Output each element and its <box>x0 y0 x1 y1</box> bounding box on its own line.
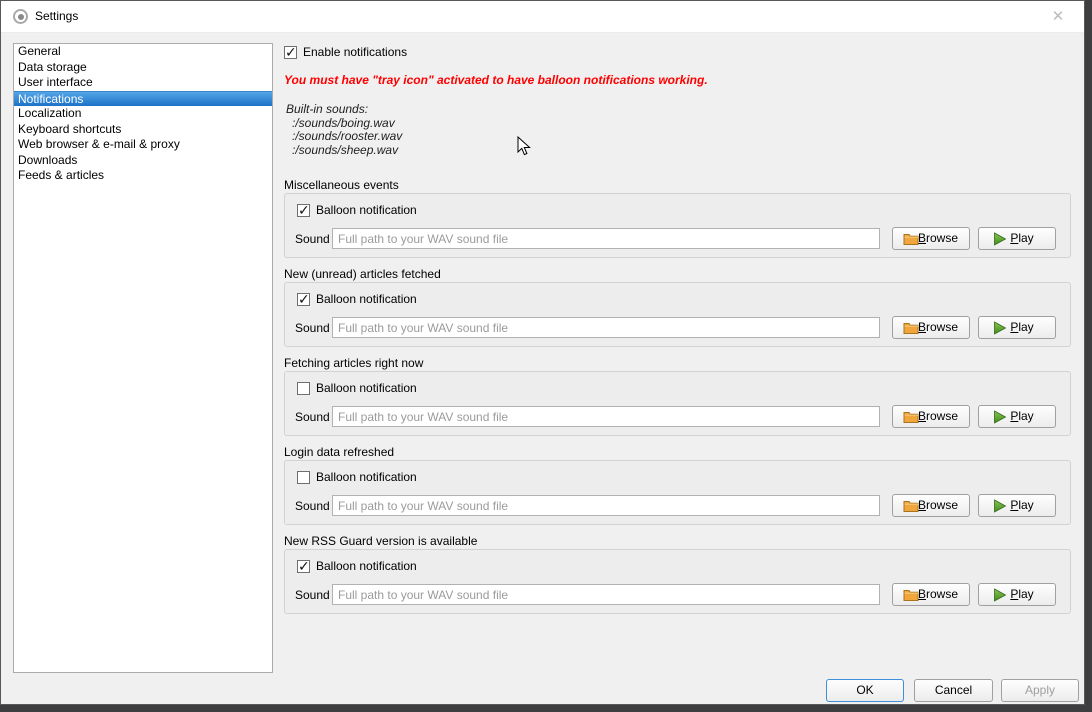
sound-label: Sound <box>295 588 330 602</box>
close-icon[interactable]: ✕ <box>1045 6 1071 28</box>
section-panel: Balloon notification Sound Browse <box>284 282 1071 347</box>
builtin-sounds-title: Built-in sounds: <box>286 103 402 117</box>
notification-event-section: New RSS Guard version is available Ballo… <box>284 534 1071 548</box>
balloon-notification-label: Balloon notification <box>316 292 417 306</box>
section-title: New RSS Guard version is available <box>284 534 1071 548</box>
notification-event-section: New (unread) articles fetched Balloon no… <box>284 267 1071 281</box>
sidebar-item-keyboard-shortcuts[interactable]: Keyboard shortcuts <box>14 122 272 138</box>
section-panel: Balloon notification Sound Browse <box>284 193 1071 258</box>
sound-label: Sound <box>295 232 330 246</box>
play-button[interactable]: Play <box>978 227 1056 250</box>
sound-path-input[interactable] <box>332 584 880 605</box>
balloon-notification-checkbox[interactable] <box>297 560 310 573</box>
window-title: Settings <box>35 1 78 32</box>
folder-icon <box>903 588 919 609</box>
sidebar-item-localization[interactable]: Localization <box>14 106 272 122</box>
section-panel: Balloon notification Sound Browse <box>284 460 1071 525</box>
balloon-notification-checkbox[interactable] <box>297 471 310 484</box>
balloon-notification-label: Balloon notification <box>316 381 417 395</box>
title-bar: Settings ✕ <box>1 1 1084 33</box>
balloon-notification-label: Balloon notification <box>316 470 417 484</box>
sound-label: Sound <box>295 410 330 424</box>
enable-notifications-label: Enable notifications <box>303 45 407 59</box>
browse-button[interactable]: Browse <box>892 494 970 517</box>
play-icon <box>993 588 1007 609</box>
sidebar-item-downloads[interactable]: Downloads <box>14 153 272 169</box>
browse-button[interactable]: Browse <box>892 405 970 428</box>
section-title: New (unread) articles fetched <box>284 267 1071 281</box>
folder-icon <box>903 232 919 253</box>
builtin-sound-file: :/sounds/boing.wav <box>286 117 402 131</box>
browse-button[interactable]: Browse <box>892 316 970 339</box>
section-title: Login data refreshed <box>284 445 1071 459</box>
sidebar-item-feeds-articles[interactable]: Feeds & articles <box>14 168 272 184</box>
sound-label: Sound <box>295 321 330 335</box>
settings-gear-icon <box>13 9 28 24</box>
notification-event-section: Login data refreshed Balloon notificatio… <box>284 445 1071 459</box>
play-icon <box>993 232 1007 253</box>
play-icon <box>993 499 1007 520</box>
sound-path-input[interactable] <box>332 495 880 516</box>
folder-icon <box>903 410 919 431</box>
browse-button[interactable]: Browse <box>892 583 970 606</box>
section-title: Fetching articles right now <box>284 356 1071 370</box>
notification-event-section: Fetching articles right now Balloon noti… <box>284 356 1071 370</box>
enable-notifications-checkbox[interactable] <box>284 46 297 59</box>
folder-icon <box>903 321 919 342</box>
apply-button[interactable]: Apply <box>1001 679 1079 702</box>
play-icon <box>993 321 1007 342</box>
folder-icon <box>903 499 919 520</box>
play-button[interactable]: Play <box>978 583 1056 606</box>
balloon-notification-label: Balloon notification <box>316 203 417 217</box>
sound-path-input[interactable] <box>332 317 880 338</box>
play-button[interactable]: Play <box>978 494 1056 517</box>
play-icon <box>993 410 1007 431</box>
sound-label: Sound <box>295 499 330 513</box>
section-panel: Balloon notification Sound Browse <box>284 371 1071 436</box>
section-title: Miscellaneous events <box>284 178 1071 192</box>
tray-icon-warning-text: You must have "tray icon" activated to h… <box>284 73 708 87</box>
section-panel: Balloon notification Sound Browse <box>284 549 1071 614</box>
notification-event-section: Miscellaneous events Balloon notificatio… <box>284 178 1071 192</box>
builtin-sound-file: :/sounds/sheep.wav <box>286 144 402 158</box>
balloon-notification-label: Balloon notification <box>316 559 417 573</box>
balloon-notification-checkbox[interactable] <box>297 204 310 217</box>
builtin-sounds-block: Built-in sounds: :/sounds/boing.wav :/so… <box>286 103 402 157</box>
play-button[interactable]: Play <box>978 316 1056 339</box>
balloon-notification-checkbox[interactable] <box>297 293 310 306</box>
balloon-notification-checkbox[interactable] <box>297 382 310 395</box>
settings-category-list: General Data storage User interface Noti… <box>13 43 273 673</box>
sidebar-item-notifications[interactable]: Notifications <box>14 91 272 107</box>
sound-path-input[interactable] <box>332 228 880 249</box>
builtin-sound-file: :/sounds/rooster.wav <box>286 130 402 144</box>
sidebar-item-data-storage[interactable]: Data storage <box>14 60 272 76</box>
sidebar-item-general[interactable]: General <box>14 44 272 60</box>
ok-button[interactable]: OK <box>826 679 904 702</box>
sidebar-item-user-interface[interactable]: User interface <box>14 75 272 91</box>
sound-path-input[interactable] <box>332 406 880 427</box>
browse-button[interactable]: Browse <box>892 227 970 250</box>
settings-dialog: Settings ✕ General Data storage User int… <box>0 0 1085 705</box>
sidebar-item-web-browser[interactable]: Web browser & e-mail & proxy <box>14 137 272 153</box>
cancel-button[interactable]: Cancel <box>914 679 993 702</box>
play-button[interactable]: Play <box>978 405 1056 428</box>
